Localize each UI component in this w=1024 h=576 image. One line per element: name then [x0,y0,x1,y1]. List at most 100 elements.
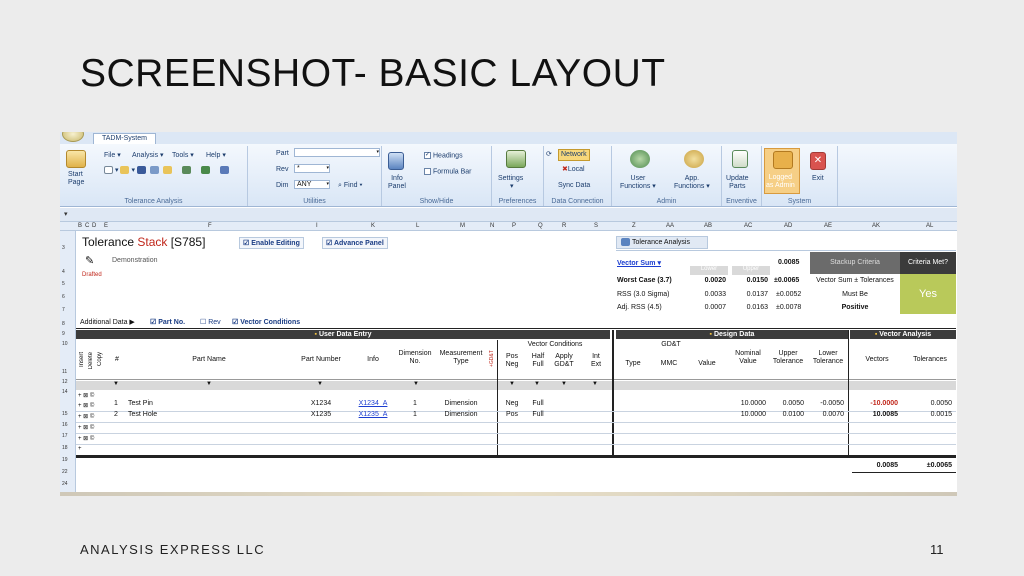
export-icon[interactable] [181,166,191,174]
row2-half-full[interactable]: Full [526,411,550,418]
row1-info-link[interactable]: X1234_A [350,400,396,407]
tolerance-analysis-tab[interactable]: Tolerance Analysis [616,236,708,249]
half-full-header: Half Full [531,353,545,368]
local-button[interactable]: ✖Local [562,166,585,174]
formula-bar[interactable]: ▾ [60,208,957,222]
group-label-admin: Admin [656,198,677,205]
settings-button[interactable]: Settings ▾ [498,175,523,191]
group-preferences: Settings ▾ Preferences [492,146,544,206]
row-action-icons[interactable]: + ⊠ © [78,392,94,399]
refresh-connection-icon[interactable]: ⟳ [546,151,552,159]
lock-icon [773,151,793,169]
filter-arrow-num[interactable]: ▼ [113,381,119,387]
row2-info-link[interactable]: X1235_A [350,411,396,418]
col-letter: AE [824,223,833,229]
filter-arrow-part-number[interactable]: ▼ [317,381,323,387]
formula-bar-checkbox[interactable]: Formula Bar [424,168,472,176]
rev-select[interactable]: * ▾ [294,164,330,173]
rev-checkbox[interactable]: ☐ Rev [200,318,221,326]
headings-checkbox[interactable]: ✓ Headings [424,152,463,160]
rss-upper: 0.0137 [746,291,768,298]
additional-data-toggle[interactable]: Additional Data ▶ [80,318,135,326]
network-button[interactable]: Network [558,149,590,161]
quick-toolbar: ▾ ▾ [104,166,231,175]
adj-rss-pm: ±0.0078 [776,304,802,311]
row-number: 15 [62,411,68,417]
row2-pos-neg[interactable]: Pos [500,411,524,418]
row2-meas-type[interactable]: Dimension [434,411,488,418]
gdt-flag-header: +GD&T [489,350,495,368]
save-icon[interactable] [136,166,146,174]
col-letter: D [92,223,97,229]
formula-bar-check-icon [424,168,431,175]
col-letter: E [104,223,109,229]
row-number: 12 [62,379,68,385]
row-action-icons[interactable]: + [78,446,82,452]
row1-part-name[interactable]: Test Pin [128,400,153,407]
menu-tools[interactable]: Tools ▾ [172,152,194,160]
col-letter: B [78,223,83,229]
tab-tadm-system[interactable]: TADM-System [93,133,156,144]
row-action-icons[interactable]: + ⊠ © [78,435,94,442]
folder-icon[interactable] [162,166,172,174]
panel-divider [616,250,956,251]
row-action-icons[interactable]: + ⊠ © [78,402,94,409]
vector-sum-select[interactable]: Vector Sum ▾ [617,259,661,267]
filter-arrow-part-name[interactable]: ▼ [206,381,212,387]
menu-analysis[interactable]: Analysis ▾ [132,152,164,160]
part-no-checkbox[interactable]: ☑ Part No. [150,318,185,326]
col-letter: C [85,223,90,229]
find-button[interactable]: ⌕ Find ▾ [338,182,362,190]
row-gridline [76,444,956,445]
app-functions-button[interactable]: App. Functions ▾ [674,175,710,191]
logged-as-admin-button[interactable]: Logged as Admin [764,148,800,194]
insert-header: Insert [79,352,85,368]
refresh-icon[interactable] [200,166,210,174]
new-icon[interactable] [104,166,113,174]
update-parts-button[interactable]: Update Parts [726,175,749,191]
vector-conditions-checkbox[interactable]: ☑ Vector Conditions [232,318,300,326]
sync-data-button[interactable]: Sync Data [558,182,590,190]
row1-half-full[interactable]: Full [526,400,550,407]
menu-help[interactable]: Help ▾ [206,152,226,160]
filter-arrow-pos-neg[interactable]: ▼ [509,381,515,387]
row2-part-number[interactable]: X1235 [292,411,350,418]
exit-button[interactable]: Exit [812,175,824,183]
start-page-button[interactable]: Start Page [68,171,84,187]
part-select[interactable]: ▾ [294,148,380,157]
filter-arrow-dim-no[interactable]: ▼ [413,381,419,387]
upper-tolerance-header: Upper Tolerance [772,350,804,365]
print-icon[interactable] [149,166,159,174]
grid-icon[interactable] [219,166,229,174]
group-system: Logged as Admin ✕ Exit System [762,146,838,206]
row1-dim-no[interactable]: 1 [396,400,434,407]
row-number: 8 [62,321,65,327]
dim-select[interactable]: ANY ▾ [294,180,330,189]
menu-file[interactable]: File ▾ [104,152,121,160]
row-number: 18 [62,445,68,451]
group-show-hide: Info Panel ✓ Headings Formula Bar Show/Hid… [382,146,492,206]
filter-arrow-int-ext[interactable]: ▼ [592,381,598,387]
row1-pos-neg[interactable]: Neg [500,400,524,407]
filter-arrow-apply-gdt[interactable]: ▼ [561,381,567,387]
row-action-icons[interactable]: + ⊠ © [78,424,94,431]
row-number: 14 [62,389,68,395]
info-panel-button[interactable]: Info Panel [388,175,406,191]
row1-tolerance: 0.0050 [930,400,952,407]
adj-rss-upper: 0.0163 [746,304,768,311]
open-icon[interactable] [120,166,130,174]
col-letter: Z [632,223,636,229]
row-action-icons[interactable]: + ⊠ © [78,413,94,420]
filter-arrow-half-full[interactable]: ▼ [534,381,540,387]
enable-editing-button[interactable]: ☑ Enable Editing [239,237,304,249]
row1-part-number[interactable]: X1234 [292,400,350,407]
row1-lower: -0.0050 [820,400,844,407]
row-gridline [76,433,956,434]
user-functions-button[interactable]: User Functions ▾ [620,175,656,191]
office-button-icon[interactable] [62,132,84,142]
row2-part-name[interactable]: Test Hole [128,411,157,418]
pencil-icon: ✎ [85,255,95,267]
row2-dim-no[interactable]: 1 [396,411,434,418]
advance-panel-button[interactable]: ☑ Advance Panel [322,237,388,249]
row1-meas-type[interactable]: Dimension [434,400,488,407]
